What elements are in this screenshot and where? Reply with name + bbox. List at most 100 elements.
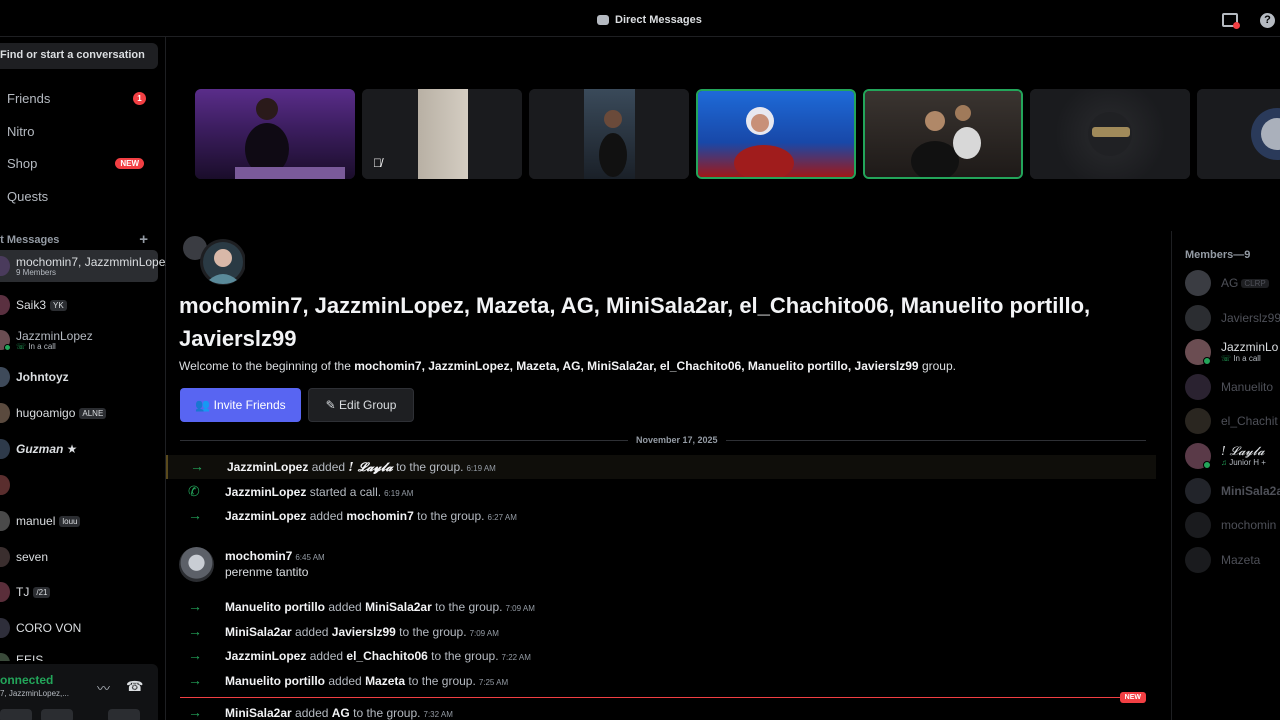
member-name: JazzminLo bbox=[1221, 340, 1279, 354]
system-message-text: Manuelito portillo added Mazeta to the g… bbox=[225, 674, 508, 688]
sidebar-item-nitro[interactable]: Nitro bbox=[0, 116, 158, 146]
call-icon: ☏ bbox=[16, 342, 27, 351]
member-item[interactable]: Javierslz99 bbox=[1185, 303, 1280, 333]
event-actor[interactable]: MiniSala2ar bbox=[225, 625, 292, 639]
dm-name: mochomin7, JazzmminLopez... bbox=[16, 255, 182, 269]
event-target[interactable]: Mazeta bbox=[365, 674, 405, 688]
find-conversation-button[interactable]: Find or start a conversation bbox=[0, 43, 158, 69]
member-item[interactable]: MiniSala2a bbox=[1185, 476, 1280, 506]
dm-name: hugoamigo ALNE bbox=[16, 406, 107, 420]
event-target[interactable]: Javierslz99 bbox=[332, 625, 396, 639]
video-tile[interactable] bbox=[195, 89, 355, 179]
invite-friends-button[interactable]: 👥 Invite Friends bbox=[180, 388, 301, 422]
avatar bbox=[0, 547, 10, 567]
avatar-image bbox=[1088, 112, 1132, 156]
event-actor[interactable]: MiniSala2ar bbox=[225, 706, 292, 720]
member-name: MiniSala2a bbox=[1221, 484, 1280, 498]
system-message: → JazzminLopez added el_Chachito06 to th… bbox=[166, 644, 1156, 668]
streamer-figure bbox=[599, 110, 627, 177]
video-tile[interactable] bbox=[1197, 89, 1280, 179]
sidebar-item-label: Quests bbox=[7, 189, 49, 204]
event-actor[interactable]: JazzminLopez bbox=[225, 485, 306, 499]
video-tile[interactable] bbox=[1030, 89, 1190, 179]
help-icon[interactable]: ? bbox=[1260, 13, 1275, 28]
sidebar-item-friends[interactable]: Friends 1 bbox=[0, 83, 158, 113]
dm-item-coro-von[interactable]: CORO VON bbox=[0, 612, 158, 644]
video-tile[interactable]: 🎙̸ bbox=[362, 89, 522, 179]
video-feed bbox=[529, 89, 689, 179]
video-tile[interactable] bbox=[529, 89, 689, 179]
member-item[interactable]: AG CLRP bbox=[1185, 268, 1280, 298]
dm-tag: ALNE bbox=[79, 408, 107, 420]
timestamp: 6:19 AM bbox=[384, 489, 414, 498]
avatar[interactable] bbox=[179, 547, 214, 582]
dm-item-hugoamigo[interactable]: hugoamigo ALNE bbox=[0, 397, 158, 429]
dm-item-group[interactable]: mochomin7, JazzmminLopez... 9 Members bbox=[0, 250, 181, 282]
avatar bbox=[0, 475, 10, 495]
disconnect-icon[interactable]: ☎ bbox=[126, 678, 143, 694]
activity-button[interactable] bbox=[108, 709, 140, 720]
dm-item-eeis[interactable]: EEIS bbox=[0, 647, 158, 661]
dm-item-tj[interactable]: TJ/21 bbox=[0, 576, 158, 608]
dm-item-johntoyz[interactable]: Johntoyz bbox=[0, 361, 158, 393]
member-item[interactable]: Mazeta bbox=[1185, 545, 1280, 575]
voice-channel-name[interactable]: 7, JazzminLopez,... bbox=[0, 689, 69, 698]
system-message-text: JazzminLopez added el_Chachito06 to the … bbox=[225, 649, 531, 663]
join-arrow-icon: → bbox=[188, 598, 202, 614]
member-item[interactable]: Manuelito bbox=[1185, 372, 1280, 402]
message-author: mochomin7 6:45 AM bbox=[225, 549, 325, 563]
event-target[interactable]: el_Chachito06 bbox=[346, 649, 427, 663]
event-actor[interactable]: JazzminLopez bbox=[225, 509, 306, 523]
online-status-icon bbox=[1203, 461, 1211, 469]
member-item[interactable]: JazzminLo ☏ In a call bbox=[1185, 337, 1280, 367]
members-header: Members—9 bbox=[1185, 249, 1251, 261]
screen-share-button[interactable] bbox=[41, 709, 73, 720]
avatar bbox=[0, 618, 10, 638]
video-feed bbox=[195, 89, 355, 179]
event-actor[interactable]: JazzminLopez bbox=[227, 460, 308, 474]
avatar bbox=[1185, 547, 1211, 573]
event-target[interactable]: mochomin7 bbox=[346, 509, 413, 523]
avatar bbox=[0, 295, 10, 315]
message-author-name[interactable]: mochomin7 bbox=[225, 549, 292, 563]
member-item[interactable]: mochomin bbox=[1185, 510, 1280, 540]
event-rest: to the group. bbox=[431, 649, 499, 663]
dm-name-text: hugoamigo bbox=[16, 406, 76, 420]
edit-group-button[interactable]: ✎ Edit Group bbox=[308, 388, 414, 422]
event-target[interactable]: MiniSala2ar bbox=[365, 600, 432, 614]
event-target[interactable]: AG bbox=[332, 706, 350, 720]
chat-area: mochomin7, JazzminLopez, Mazeta, AG, Min… bbox=[166, 231, 1170, 720]
member-item[interactable]: el_Chachit bbox=[1185, 406, 1280, 436]
event-actor[interactable]: Manuelito portillo bbox=[225, 674, 325, 688]
dm-item-manuel[interactable]: manuel louu bbox=[0, 505, 158, 537]
dm-name: CORO VON bbox=[16, 621, 82, 635]
system-message-text: JazzminLopez added mochomin7 to the grou… bbox=[225, 509, 517, 523]
dm-item-guzman[interactable]: Guzman ★ bbox=[0, 433, 158, 465]
member-activity-text: Junior H + bbox=[1229, 458, 1266, 467]
dm-name: manuel louu bbox=[16, 514, 81, 528]
dm-item-saik3[interactable]: Saik3 YK bbox=[0, 289, 158, 321]
video-tile-speaking[interactable] bbox=[696, 89, 856, 179]
camera-button[interactable] bbox=[0, 709, 32, 720]
dm-name: Johntoyz bbox=[16, 370, 69, 384]
event-verb: added bbox=[311, 460, 346, 474]
welcome-text: Welcome to the beginning of the mochomin… bbox=[179, 359, 956, 373]
event-actor[interactable]: Manuelito portillo bbox=[225, 600, 325, 614]
join-arrow-icon: → bbox=[188, 704, 202, 720]
sidebar-item-shop[interactable]: Shop NEW bbox=[0, 148, 158, 178]
member-item[interactable]: ! 𝓛𝓪𝔂𝓵𝓪 ♫ Junior H + bbox=[1185, 441, 1280, 471]
dm-item-jazzminlopez[interactable]: JazzminLopez ☏ In a call bbox=[0, 324, 158, 356]
event-actor[interactable]: JazzminLopez bbox=[225, 649, 306, 663]
event-target[interactable]: ! 𝓛𝓪𝔂𝓵𝓪 bbox=[348, 460, 392, 474]
member-activity: ♫ Junior H + bbox=[1221, 458, 1266, 467]
dm-item-seven[interactable]: seven bbox=[0, 541, 158, 573]
shop-new-badge: NEW bbox=[115, 158, 144, 169]
sidebar-item-quests[interactable]: Quests bbox=[0, 181, 158, 211]
dm-item-unnamed[interactable] bbox=[0, 469, 158, 501]
create-dm-icon[interactable]: + bbox=[139, 231, 148, 248]
video-tile-speaking[interactable] bbox=[863, 89, 1023, 179]
streamer-figure bbox=[734, 107, 794, 177]
noise-suppression-icon[interactable]: 〰 bbox=[97, 678, 113, 696]
avatar bbox=[1185, 305, 1211, 331]
inbox-icon[interactable] bbox=[1222, 13, 1240, 29]
